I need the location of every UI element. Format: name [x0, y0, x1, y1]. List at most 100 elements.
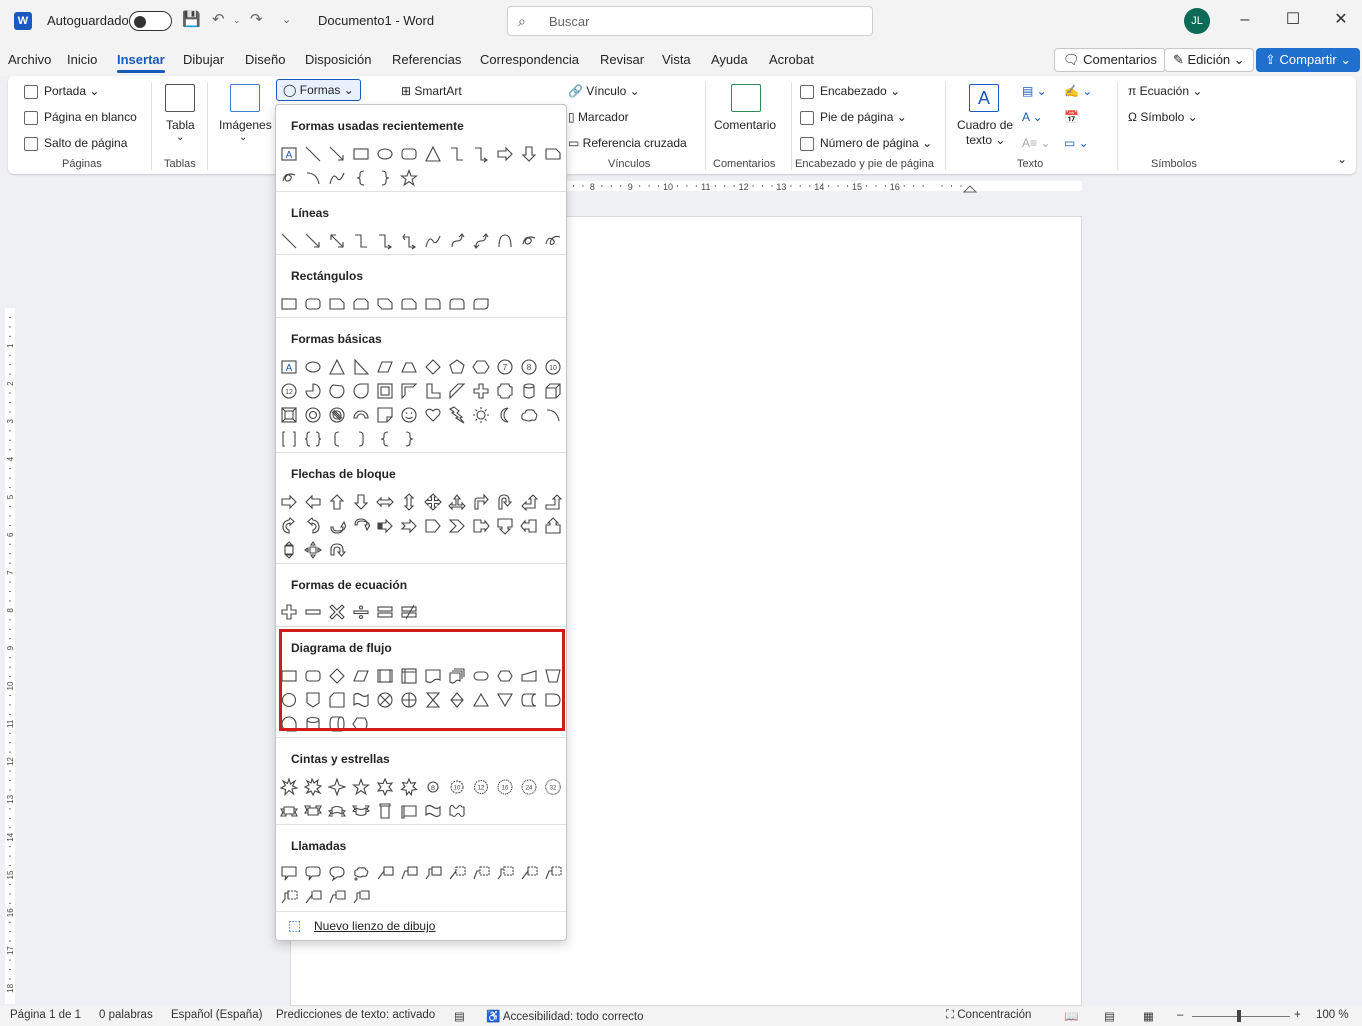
shape-multiply-icon[interactable]: [328, 603, 346, 621]
shape-elbowarrow-icon[interactable]: [376, 232, 394, 250]
shape-linecallout3-icon[interactable]: [424, 864, 442, 882]
shape-star32-icon[interactable]: 32: [544, 778, 562, 796]
shape-curvedleft-icon[interactable]: [304, 517, 322, 535]
page-count[interactable]: Página 1 de 1: [10, 1009, 81, 1021]
shape-bentarrow-icon[interactable]: [472, 493, 490, 511]
shape-pentagonarrow-icon[interactable]: [424, 517, 442, 535]
share-button[interactable]: ⇪ Compartir ⌄: [1256, 48, 1361, 72]
shape-bentuparrow-icon[interactable]: [544, 493, 562, 511]
tab-referencias[interactable]: Referencias: [392, 52, 461, 67]
shape-notequal-icon[interactable]: [400, 603, 418, 621]
shape-smiley-icon[interactable]: [400, 406, 418, 424]
shape-rightarrow-icon[interactable]: [496, 145, 514, 163]
shape-udarrow-icon[interactable]: [400, 493, 418, 511]
shape-pie-icon[interactable]: [304, 382, 322, 400]
shape-halfframe-icon[interactable]: [400, 382, 418, 400]
shape-elbowarrow-icon[interactable]: [472, 145, 490, 163]
shape-line-icon[interactable]: [304, 145, 322, 163]
shape-sniprounded-icon[interactable]: [400, 295, 418, 313]
textbox-button[interactable]: Cuadro de: [957, 118, 1013, 132]
maximize-icon[interactable]: ☐: [1273, 10, 1313, 30]
shape-linecallout9-icon[interactable]: [280, 888, 298, 906]
shape-roundrect-icon[interactable]: [304, 295, 322, 313]
search-box[interactable]: ⌕ Buscar: [507, 6, 873, 36]
shape-curve-icon[interactable]: [328, 169, 346, 187]
page-number-button[interactable]: Número de página ⌄: [800, 136, 932, 151]
cross-reference-button[interactable]: ▭ Referencia cruzada: [568, 136, 687, 150]
shape-snipdiag-icon[interactable]: [376, 295, 394, 313]
images-button[interactable]: Imágenes: [219, 118, 272, 132]
shape-foldedcorner-icon[interactable]: [376, 406, 394, 424]
shape-plus-icon[interactable]: [472, 382, 490, 400]
shape-leftuparrow-icon[interactable]: [520, 493, 538, 511]
shape-star8-icon[interactable]: 8: [424, 778, 442, 796]
editing-button[interactable]: ✎ Edición ⌄: [1164, 48, 1254, 72]
minimize-icon[interactable]: –: [1225, 10, 1265, 30]
textbox-button-line2[interactable]: texto ⌄: [966, 133, 1005, 147]
shape-arc-icon[interactable]: [304, 169, 322, 187]
undo-icon[interactable]: ↶: [212, 10, 225, 30]
shape-line-icon[interactable]: [280, 232, 298, 250]
shape-linecallout7-icon[interactable]: [520, 864, 538, 882]
tab-vista[interactable]: Vista: [662, 52, 691, 67]
shape-dblbracket-icon[interactable]: [280, 430, 298, 448]
shape-star7-icon[interactable]: [400, 778, 418, 796]
shape-n7-icon[interactable]: 7: [496, 358, 514, 376]
shape-curvecurve-icon[interactable]: [496, 232, 514, 250]
text-predictions[interactable]: Predicciones de texto: activado: [276, 1009, 435, 1021]
shape-ribbonup-icon[interactable]: [280, 802, 298, 820]
redo-icon[interactable]: ↷: [250, 10, 263, 30]
shape-curve-icon[interactable]: [424, 232, 442, 250]
shape-n8-icon[interactable]: 8: [520, 358, 538, 376]
dropcap-icon[interactable]: A≡ ⌄: [1022, 136, 1050, 150]
shape-linecallout5-icon[interactable]: [472, 864, 490, 882]
shape-n12-icon[interactable]: 12: [280, 382, 298, 400]
shape-curvedribbonup-icon[interactable]: [328, 802, 346, 820]
shape-rbrace-icon[interactable]: [400, 430, 418, 448]
shape-roundrect-icon[interactable]: [400, 145, 418, 163]
shape-rect-icon[interactable]: [280, 295, 298, 313]
shape-snip-icon[interactable]: [544, 145, 562, 163]
shape-star5-icon[interactable]: [352, 778, 370, 796]
shapes-button[interactable]: ◯ Formas ⌄: [276, 79, 361, 101]
bookmark-button[interactable]: ▯ Marcador: [568, 110, 629, 124]
shape-arrowline-icon[interactable]: [328, 145, 346, 163]
shape-rect-icon[interactable]: [352, 145, 370, 163]
shape-star12-icon[interactable]: 12: [472, 778, 490, 796]
tab-insertar[interactable]: Insertar: [117, 52, 165, 73]
shape-linecallout12-icon[interactable]: [352, 888, 370, 906]
shape-scribble-icon[interactable]: [544, 232, 562, 250]
shape-diamond-icon[interactable]: [424, 358, 442, 376]
shape-vscroll-icon[interactable]: [376, 802, 394, 820]
zoom-level[interactable]: 100 %: [1316, 1009, 1349, 1021]
shape-wave-icon[interactable]: [424, 802, 442, 820]
shape-explosion1-icon[interactable]: [280, 778, 298, 796]
shape-triangle-icon[interactable]: [328, 358, 346, 376]
cover-page-button[interactable]: Portada ⌄: [24, 84, 99, 99]
macro-icon[interactable]: ▤: [454, 1009, 465, 1023]
quick-parts-icon[interactable]: ▤ ⌄: [1022, 84, 1047, 98]
shape-linecallout10-icon[interactable]: [304, 888, 322, 906]
shape-hscroll-icon[interactable]: [400, 802, 418, 820]
shape-stripedright-icon[interactable]: [376, 517, 394, 535]
shape-hexagon-icon[interactable]: [472, 358, 490, 376]
shape-lbrace-icon[interactable]: [352, 169, 370, 187]
collapse-ribbon-icon[interactable]: ⌄: [1337, 152, 1347, 166]
word-count[interactable]: 0 palabras: [99, 1009, 153, 1021]
shape-udcallout-icon[interactable]: [280, 541, 298, 559]
shape-rectcallout-icon[interactable]: [280, 864, 298, 882]
save-icon[interactable]: 💾: [182, 10, 201, 30]
shape-elbow-icon[interactable]: [352, 232, 370, 250]
shape-circulararrow-icon[interactable]: [328, 541, 346, 559]
shape-plaque-icon[interactable]: [496, 382, 514, 400]
shape-blockarc-icon[interactable]: [352, 406, 370, 424]
shape-leftarrow-icon[interactable]: [304, 493, 322, 511]
new-canvas-item[interactable]: Nuevo lienzo de dibujo: [314, 919, 435, 933]
comments-button[interactable]: 🗨 Comentarios: [1054, 48, 1166, 72]
shape-ellipse-icon[interactable]: [376, 145, 394, 163]
shape-linecallout8-icon[interactable]: [544, 864, 562, 882]
shape-moon-icon[interactable]: [496, 406, 514, 424]
shape-quadcallout-icon[interactable]: [304, 541, 322, 559]
shape-rounded2-icon[interactable]: [448, 295, 466, 313]
shape-linecallout2-icon[interactable]: [400, 864, 418, 882]
